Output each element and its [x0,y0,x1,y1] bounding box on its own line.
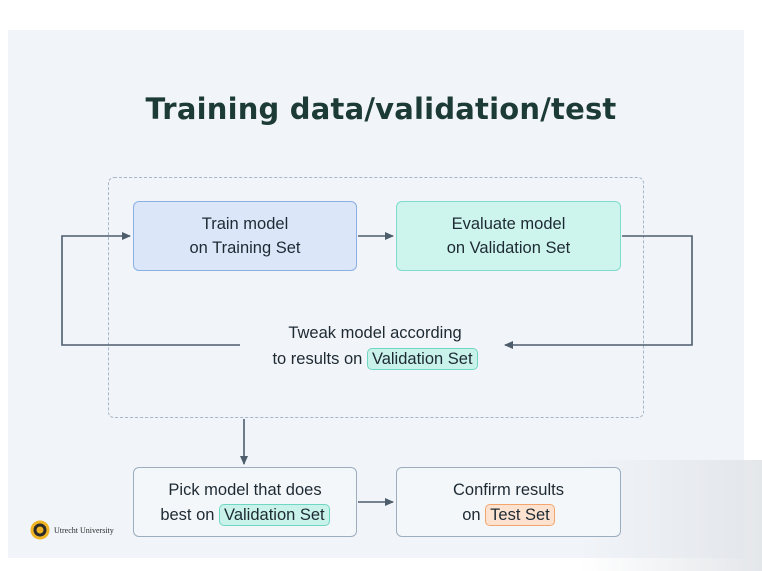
flow-arrows [61,232,693,506]
pick-model-line2: best on Validation Set [160,502,330,527]
pick-model-line1: Pick model that does [168,480,322,499]
train-model-box: Train model on Training Set [133,201,357,271]
test-set-chip: Test Set [485,503,555,526]
confirm-results-box: Confirm results on Test Set [396,467,621,537]
evaluate-model-box: Evaluate model on Validation Set [396,201,621,271]
train-model-line2: on Training Set [189,239,301,257]
validation-set-chip: Validation Set [219,503,330,526]
tweak-model-label: Tweak model according to results on Vali… [230,321,520,372]
evaluate-model-line1: Evaluate model [451,215,566,233]
tweak-prefix: to results on [272,350,363,368]
tweak-line2: to results on Validation Set [230,346,520,372]
pick-prefix: best on [160,505,215,524]
university-seal-icon [30,520,50,540]
train-model-line1: Train model [201,215,289,233]
pick-model-box: Pick model that does best on Validation … [133,467,357,537]
university-name: Utrecht University [54,525,114,535]
confirm-results-line1: Confirm results [453,480,564,499]
tweak-line1: Tweak model according [288,324,462,342]
utrecht-university-logo: Utrecht University [30,520,114,540]
evaluate-model-line2: on Validation Set [446,239,571,257]
confirm-results-line2: on Test Set [462,502,555,527]
validation-set-chip: Validation Set [366,348,478,370]
confirm-prefix: on [462,505,481,524]
